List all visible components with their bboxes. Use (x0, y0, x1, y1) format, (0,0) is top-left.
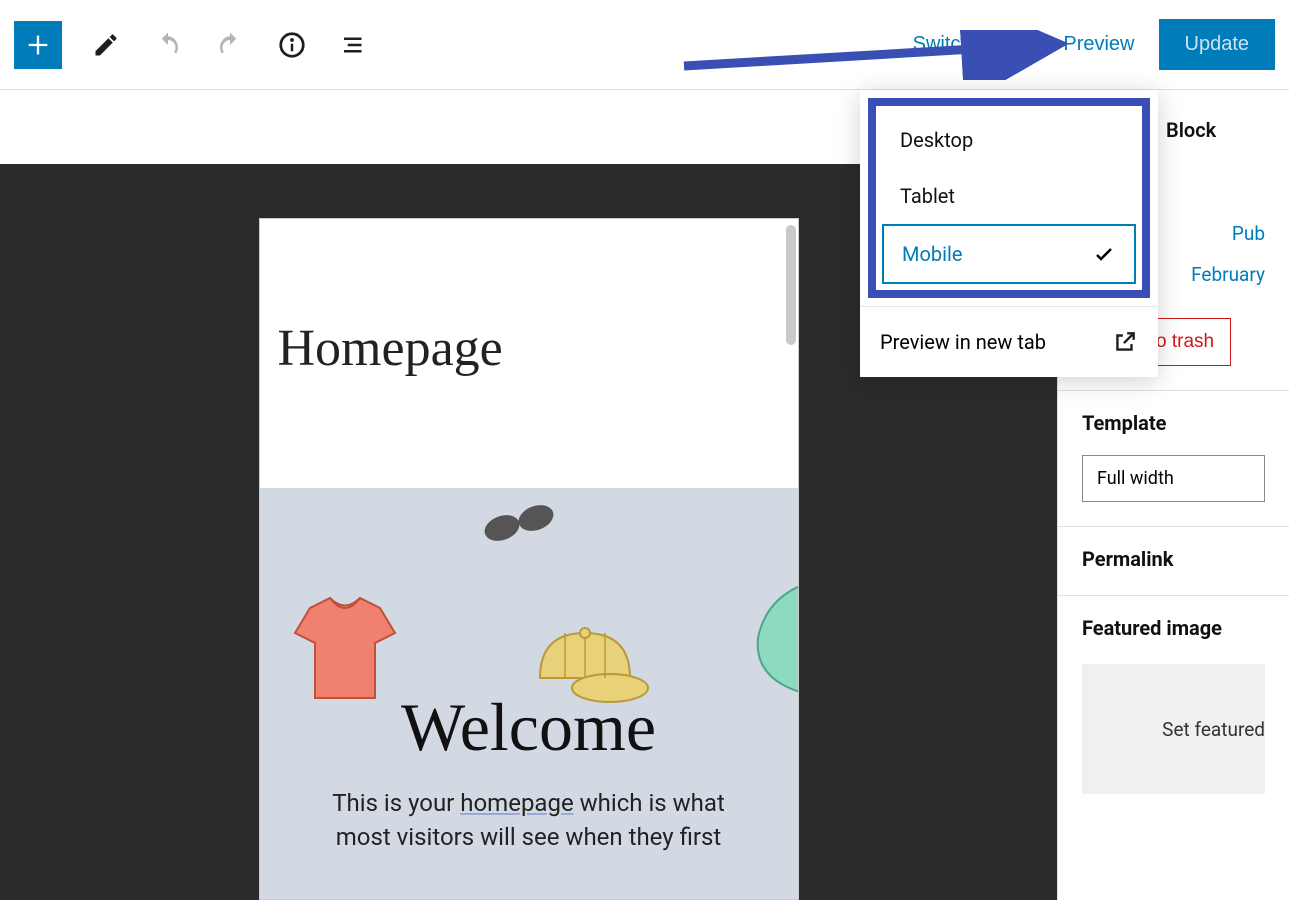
mobile-preview-frame[interactable]: Homepage (259, 218, 799, 900)
permalink-section: Permalink (1058, 527, 1289, 596)
hero-paragraph[interactable]: This is your homepage which is what most… (260, 767, 798, 854)
template-select[interactable]: Full width (1082, 455, 1265, 502)
hero-text-link[interactable]: homepage (460, 789, 573, 817)
dropdown-annotation-highlight: Desktop Tablet Mobile (868, 98, 1150, 298)
external-link-icon (1112, 329, 1138, 355)
info-icon (277, 30, 307, 60)
plus-icon (24, 31, 52, 59)
editor-toolbar: Switch to draft Preview Update (0, 0, 1289, 90)
set-featured-image-button[interactable]: Set featured (1082, 664, 1265, 794)
preview-dropdown: Desktop Tablet Mobile Preview in new tab (860, 90, 1158, 377)
toolbar-right-group: Switch to draft Preview Update (913, 19, 1275, 70)
hero-block[interactable]: Welcome This is your homepage which is w… (260, 488, 798, 900)
preview-new-tab-label: Preview in new tab (880, 330, 1046, 354)
preview-option-desktop[interactable]: Desktop (882, 112, 1136, 168)
preview-button[interactable]: Preview (1063, 33, 1134, 56)
preview-option-mobile[interactable]: Mobile (882, 224, 1136, 284)
preview-new-tab-button[interactable]: Preview in new tab (860, 306, 1158, 377)
pencil-icon (92, 31, 120, 59)
redo-button[interactable] (212, 27, 248, 63)
template-heading: Template (1082, 411, 1265, 435)
preview-option-tablet[interactable]: Tablet (882, 168, 1136, 224)
update-button[interactable]: Update (1159, 19, 1276, 70)
preview-scrollbar[interactable] (786, 225, 796, 345)
undo-button[interactable] (150, 27, 186, 63)
featured-image-section: Featured image Set featured (1058, 596, 1289, 818)
permalink-heading[interactable]: Permalink (1082, 547, 1265, 571)
hero-heading[interactable]: Welcome (260, 488, 798, 767)
preview-option-mobile-label: Mobile (902, 242, 962, 266)
toolbar-left-group (14, 21, 372, 69)
page-title[interactable]: Homepage (260, 219, 798, 488)
hero-text-before: This is your (332, 789, 460, 817)
undo-icon (153, 30, 183, 60)
visibility-value[interactable]: Pub (1232, 222, 1265, 245)
tab-block[interactable]: Block (1166, 118, 1216, 142)
check-icon (1092, 242, 1116, 266)
publish-date-value[interactable]: February (1191, 263, 1265, 286)
list-icon (339, 30, 369, 60)
add-block-button[interactable] (14, 21, 62, 69)
featured-image-heading: Featured image (1082, 616, 1265, 640)
outline-button[interactable] (336, 27, 372, 63)
template-section: Template Full width (1058, 391, 1289, 527)
switch-to-draft-button[interactable]: Switch to draft (913, 33, 1040, 56)
redo-icon (215, 30, 245, 60)
edit-mode-button[interactable] (88, 27, 124, 63)
info-button[interactable] (274, 27, 310, 63)
